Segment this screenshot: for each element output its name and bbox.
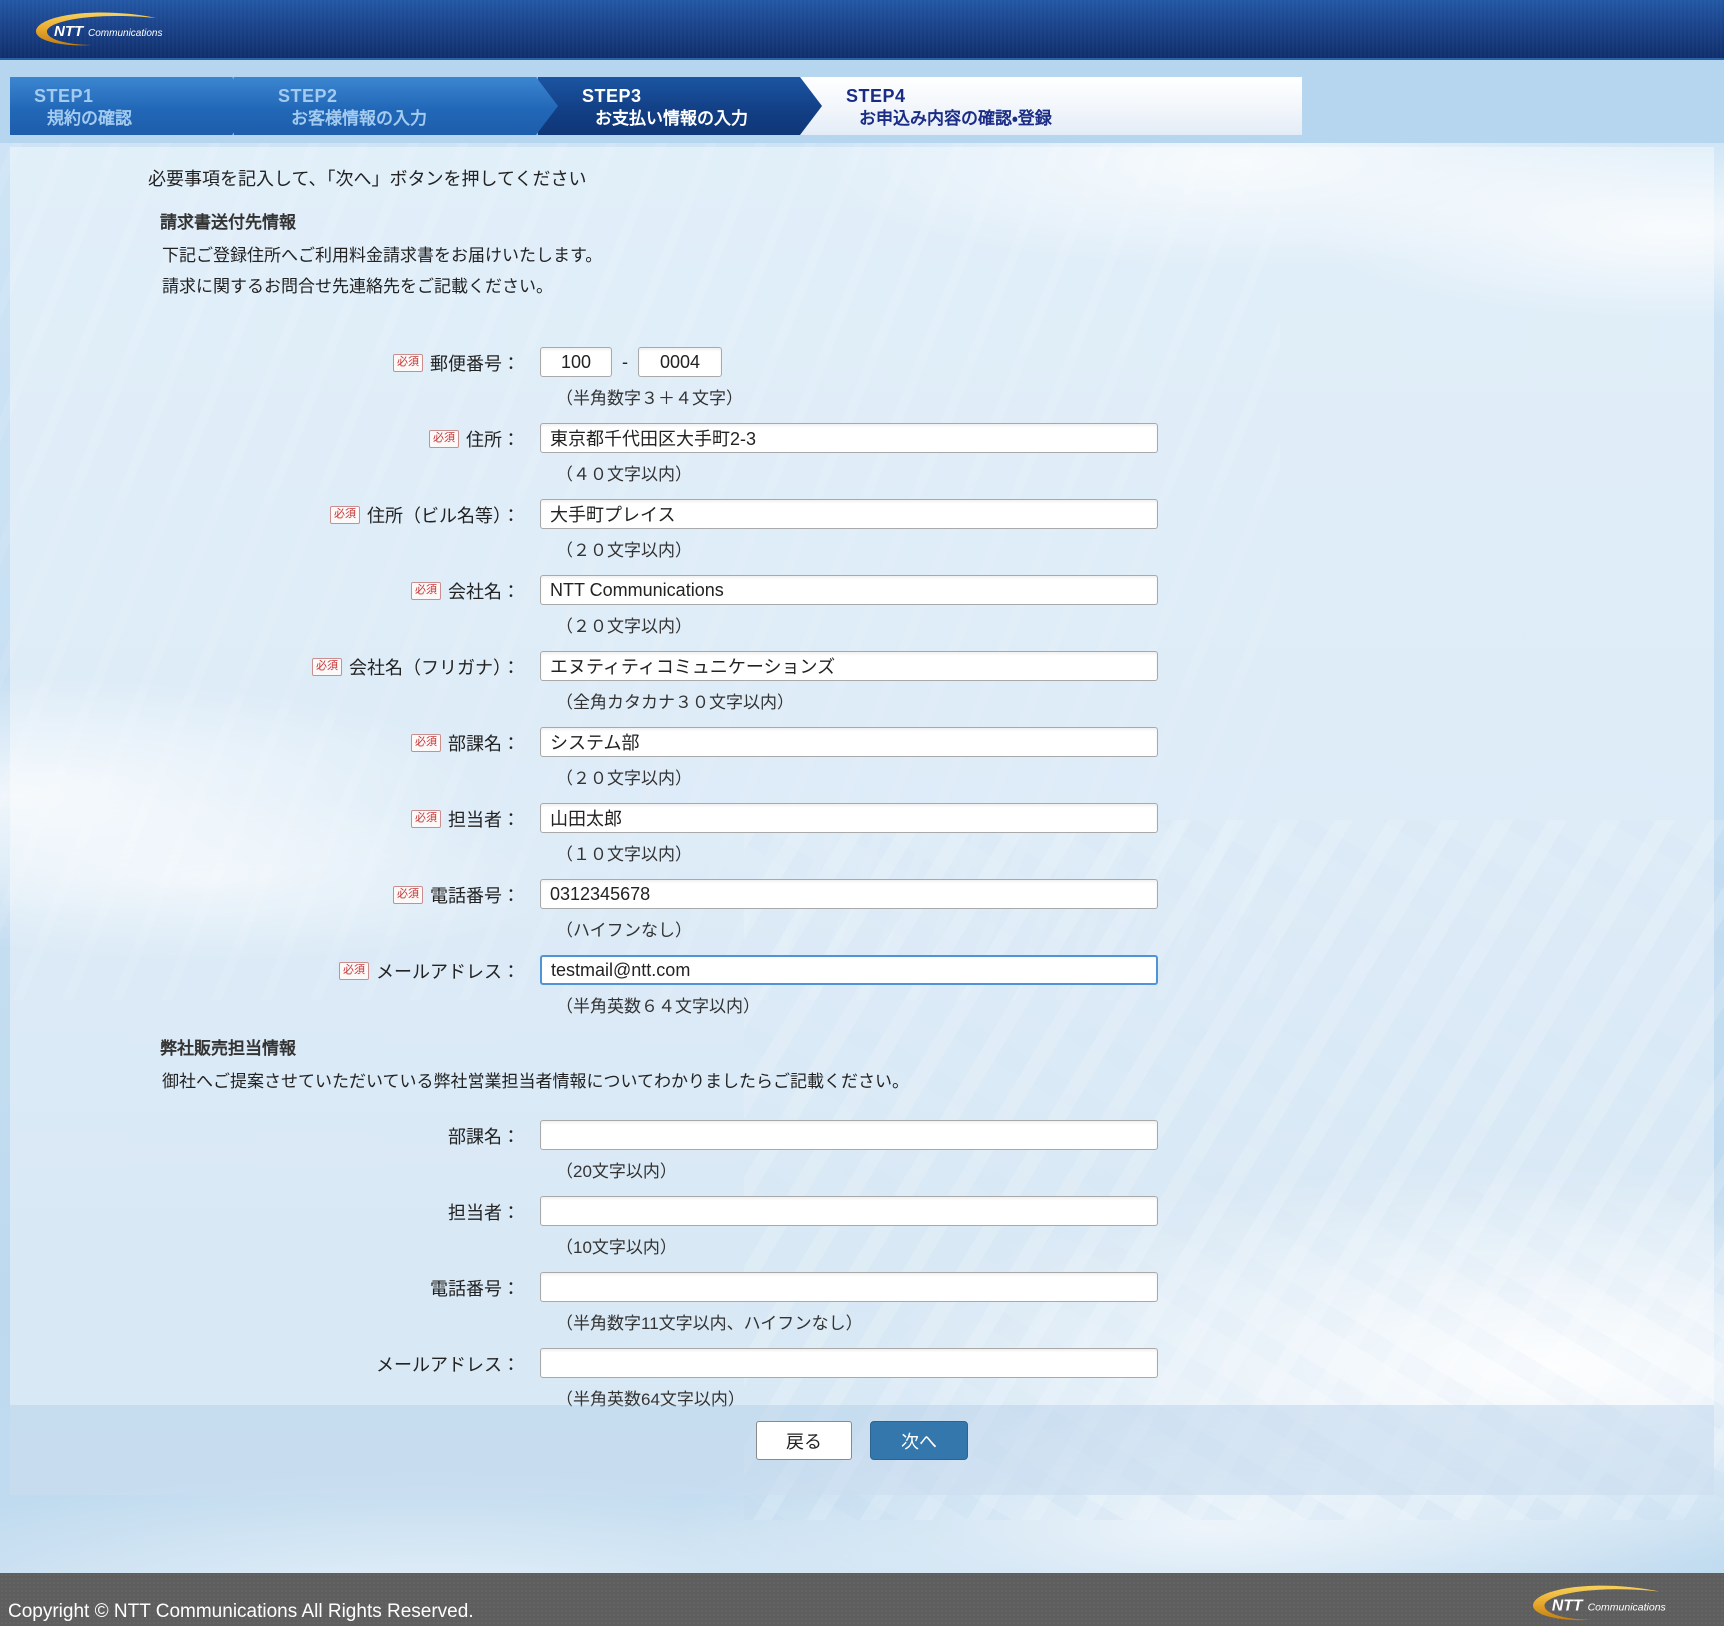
sales-department-hint: （20文字以内） bbox=[556, 1162, 677, 1181]
sales-section-title: 弊社販売担当情報 bbox=[160, 1039, 296, 1058]
step-tab-3-active: STEP3 お支払い情報の入力 bbox=[536, 77, 822, 135]
step-progress: STEP1 規約の確認 STEP2 お客様情報の入力 STEP3 お支払い情報の… bbox=[10, 77, 1302, 135]
company-name-hint: （２０文字以内） bbox=[556, 617, 692, 636]
step-tab-2: STEP2 お客様情報の入力 bbox=[232, 77, 558, 135]
address-hint: （４０文字以内） bbox=[556, 465, 692, 484]
sales-contact-row: 担当者： （10文字以内） bbox=[10, 1196, 1714, 1258]
billing-section-title: 請求書送付先情報 bbox=[160, 213, 296, 232]
building-label: 住所（ビル名等）： bbox=[367, 506, 520, 526]
step-label: お客様情報の入力 bbox=[291, 109, 427, 129]
sales-email-row: メールアドレス： （半角英数64文字以内） bbox=[10, 1348, 1714, 1410]
postal-code-hint: （半角数字３＋４文字） bbox=[556, 389, 743, 408]
sales-phone-hint: （半角数字11文字以内、ハイフンなし） bbox=[556, 1314, 863, 1333]
billing-contact-hint: （１０文字以内） bbox=[556, 845, 692, 864]
billing-phone-input[interactable] bbox=[540, 879, 1158, 909]
sales-phone-input[interactable] bbox=[540, 1272, 1158, 1302]
billing-department-input[interactable] bbox=[540, 727, 1158, 757]
billing-department-hint: （２０文字以内） bbox=[556, 769, 692, 788]
billing-section-desc-1: 下記ご登録住所へご利用料金請求書をお届けいたします。 bbox=[162, 246, 603, 265]
sales-department-label: 部課名： bbox=[448, 1127, 520, 1147]
required-badge: 必須 bbox=[393, 886, 423, 904]
required-badge: 必須 bbox=[411, 810, 441, 828]
sales-contact-label: 担当者： bbox=[448, 1203, 520, 1223]
page-footer: Copyright © NTT Communications All Right… bbox=[0, 1573, 1724, 1626]
postal-code-separator: - bbox=[622, 351, 628, 372]
step-number: STEP2 bbox=[278, 86, 338, 106]
company-kana-hint: （全角カタカナ３０文字以内） bbox=[556, 693, 794, 712]
required-badge: 必須 bbox=[312, 658, 342, 676]
sales-email-label: メールアドレス： bbox=[376, 1355, 520, 1375]
billing-phone-label: 電話番号： bbox=[430, 886, 520, 906]
required-badge: 必須 bbox=[411, 582, 441, 600]
step-tab-1: STEP1 規約の確認 bbox=[10, 77, 254, 135]
billing-department-row: 必須 部課名： （２０文字以内） bbox=[10, 727, 1714, 789]
logo-text-communications: Communications bbox=[88, 28, 162, 39]
step-label: お支払い情報の入力 bbox=[595, 109, 748, 129]
billing-contact-input[interactable] bbox=[540, 803, 1158, 833]
required-badge: 必須 bbox=[411, 734, 441, 752]
app-header: NTT Communications bbox=[0, 0, 1724, 60]
address-label: 住所： bbox=[466, 430, 520, 450]
billing-email-label: メールアドレス： bbox=[376, 962, 520, 982]
building-hint: （２０文字以内） bbox=[556, 541, 692, 560]
logo-text-ntt: NTT bbox=[1552, 1597, 1584, 1614]
step-number: STEP1 bbox=[34, 86, 94, 106]
sales-phone-row: 電話番号： （半角数字11文字以内、ハイフンなし） bbox=[10, 1272, 1714, 1334]
required-badge: 必須 bbox=[393, 354, 423, 372]
sales-section-desc: 御社へご提案させていただいている弊社営業担当者情報についてわかりましたらご記載く… bbox=[162, 1072, 909, 1091]
step-progress-band: STEP1 規約の確認 STEP2 お客様情報の入力 STEP3 お支払い情報の… bbox=[0, 60, 1724, 143]
sales-department-row: 部課名： （20文字以内） bbox=[10, 1120, 1714, 1182]
company-kana-row: 必須 会社名（フリガナ）： （全角カタカナ３０文字以内） bbox=[10, 651, 1714, 713]
company-kana-input[interactable] bbox=[540, 651, 1158, 681]
company-name-row: 必須 会社名： （２０文字以内） bbox=[10, 575, 1714, 637]
back-button[interactable]: 戻る bbox=[756, 1421, 852, 1460]
logo-text-ntt: NTT bbox=[54, 23, 85, 40]
step-label: 規約の確認 bbox=[47, 109, 132, 129]
next-button[interactable]: 次へ bbox=[870, 1421, 968, 1460]
postal-code-label: 郵便番号： bbox=[430, 354, 520, 374]
sales-contact-input[interactable] bbox=[540, 1196, 1158, 1226]
billing-department-label: 部課名： bbox=[448, 734, 520, 754]
billing-email-input[interactable] bbox=[540, 955, 1158, 985]
building-row: 必須 住所（ビル名等）： （２０文字以内） bbox=[10, 499, 1714, 561]
step-label: お申込み内容の確認・登録 bbox=[859, 109, 1052, 129]
form-panel: 必要事項を記入して、「次へ」ボタンを押してください 請求書送付先情報 下記ご登録… bbox=[10, 147, 1714, 1495]
billing-contact-row: 必須 担当者： （１０文字以内） bbox=[10, 803, 1714, 865]
building-input[interactable] bbox=[540, 499, 1158, 529]
address-row: 必須 住所： （４０文字以内） bbox=[10, 423, 1714, 485]
billing-contact-label: 担当者： bbox=[448, 810, 520, 830]
billing-phone-hint: （ハイフンなし） bbox=[556, 921, 692, 940]
postal-code-input-1[interactable] bbox=[540, 347, 612, 377]
company-name-label: 会社名： bbox=[448, 582, 520, 602]
copyright-text: Copyright © NTT Communications All Right… bbox=[8, 1601, 474, 1622]
billing-phone-row: 必須 電話番号： （ハイフンなし） bbox=[10, 879, 1714, 941]
page-instruction: 必要事項を記入して、「次へ」ボタンを押してください bbox=[148, 169, 587, 189]
sales-contact-hint: （10文字以内） bbox=[556, 1238, 677, 1257]
billing-email-hint: （半角英数６４文字以内） bbox=[556, 997, 760, 1016]
company-name-input[interactable] bbox=[540, 575, 1158, 605]
step-tab-4: STEP4 お申込み内容の確認・登録 bbox=[800, 77, 1302, 135]
sales-department-input[interactable] bbox=[540, 1120, 1158, 1150]
required-badge: 必須 bbox=[330, 506, 360, 524]
sales-phone-label: 電話番号： bbox=[430, 1279, 520, 1299]
billing-section-desc-2: 請求に関するお問合せ先連絡先をご記載ください。 bbox=[162, 277, 553, 296]
company-kana-label: 会社名（フリガナ）： bbox=[349, 658, 520, 678]
address-input[interactable] bbox=[540, 423, 1158, 453]
action-button-strip: 戻る 次へ bbox=[10, 1405, 1714, 1495]
sales-email-input[interactable] bbox=[540, 1348, 1158, 1378]
logo-text-communications: Communications bbox=[1588, 1601, 1667, 1613]
postal-code-input-2[interactable] bbox=[638, 347, 722, 377]
footer-ntt-logo: NTT Communications bbox=[1532, 1585, 1667, 1621]
billing-email-row: 必須 メールアドレス： （半角英数６４文字以内） bbox=[10, 955, 1714, 1017]
step-number: STEP4 bbox=[846, 86, 906, 106]
required-badge: 必須 bbox=[339, 962, 369, 980]
required-badge: 必須 bbox=[429, 430, 459, 448]
ntt-communications-logo: NTT Communications bbox=[35, 12, 162, 46]
postal-code-row: 必須 郵便番号： - （半角数字３＋４文字） bbox=[10, 347, 1714, 409]
step-number: STEP3 bbox=[582, 86, 642, 106]
payment-info-page: NTT Communications STEP1 規約の確認 STEP2 お客様… bbox=[0, 0, 1724, 1626]
